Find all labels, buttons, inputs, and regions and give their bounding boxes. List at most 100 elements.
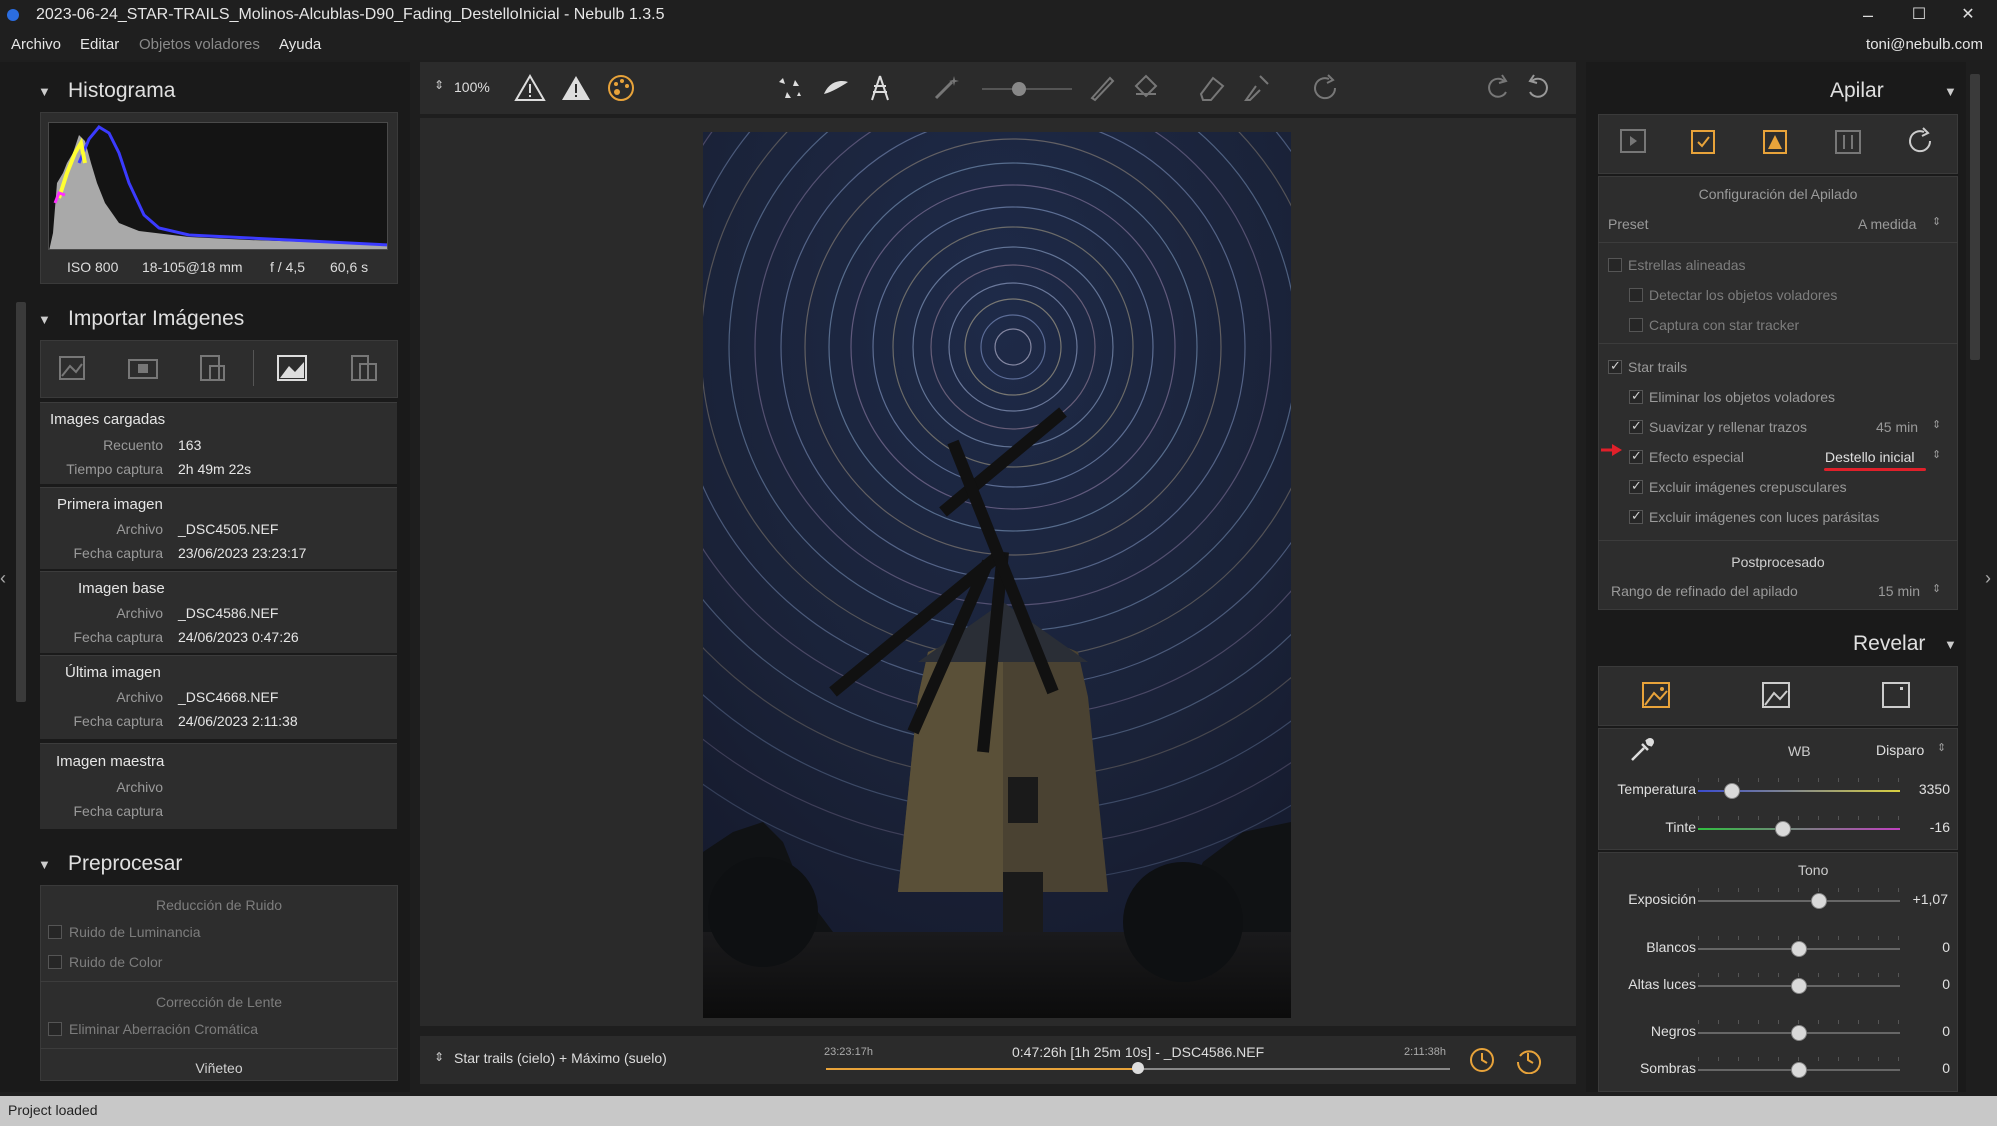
- clock-start-icon[interactable]: [1468, 1046, 1496, 1074]
- spinner-icon[interactable]: ⇕: [1932, 418, 1941, 431]
- preset-select[interactable]: A medida: [1858, 216, 1916, 232]
- revelar-title[interactable]: Revelar: [1853, 632, 1925, 656]
- magic-wand-icon[interactable]: [930, 72, 962, 104]
- tower-icon[interactable]: [864, 72, 896, 104]
- excluir-luces-checkbox[interactable]: [1629, 508, 1643, 524]
- palette-icon[interactable]: [605, 72, 637, 104]
- import-flats-icon[interactable]: [346, 352, 380, 384]
- zoom-level[interactable]: 100%: [454, 79, 490, 95]
- brush-size-slider[interactable]: [982, 82, 1072, 96]
- detectar-checkbox[interactable]: [1629, 288, 1643, 302]
- timeline-track[interactable]: [826, 1062, 1450, 1074]
- stack-mode-select[interactable]: Star trails (cielo) + Máximo (suelo): [454, 1050, 667, 1066]
- tinte-slider[interactable]: [1698, 816, 1900, 837]
- vineteo-title[interactable]: Viñeteo: [40, 1060, 398, 1076]
- crop-frame-icon[interactable]: [1880, 679, 1912, 711]
- right-scrollbar[interactable]: [1970, 74, 1980, 360]
- histograma-header[interactable]: ▼ Histograma: [0, 72, 400, 112]
- stars-icon[interactable]: [775, 72, 807, 104]
- altas-luces-value[interactable]: 0: [1910, 976, 1950, 992]
- ruido-color-checkbox[interactable]: [48, 955, 62, 969]
- menu-ayuda[interactable]: Ayuda: [279, 36, 321, 53]
- suavizar-checkbox[interactable]: [1629, 418, 1643, 434]
- altas-luces-slider[interactable]: [1698, 973, 1900, 994]
- negros-slider[interactable]: [1698, 1020, 1900, 1041]
- eyedropper-icon[interactable]: [1628, 734, 1658, 764]
- rango-value[interactable]: 15 min: [1878, 583, 1920, 599]
- star-tracker-checkbox[interactable]: [1629, 318, 1643, 332]
- stack-triangle-icon[interactable]: [1760, 125, 1792, 157]
- spinner-icon[interactable]: ⇕: [1932, 582, 1941, 595]
- menu-objetos-voladores[interactable]: Objetos voladores: [139, 36, 260, 53]
- menu-editar[interactable]: Editar: [80, 36, 119, 53]
- excluir-crepusculares-checkbox[interactable]: [1629, 478, 1643, 494]
- collapse-left-icon[interactable]: ‹: [0, 568, 6, 589]
- left-scrollbar[interactable]: [16, 302, 26, 702]
- importar-header[interactable]: ▼ Importar Imágenes: [0, 300, 400, 340]
- columns-icon[interactable]: [1832, 125, 1864, 157]
- stack-check-icon[interactable]: [1688, 125, 1720, 157]
- efecto-especial-checkbox[interactable]: [1629, 448, 1643, 464]
- estrellas-alineadas-checkbox[interactable]: [1608, 258, 1622, 272]
- import-image-icon[interactable]: [275, 352, 309, 384]
- sombras-value[interactable]: 0: [1910, 1060, 1950, 1076]
- close-button[interactable]: ✕: [1945, 0, 1991, 30]
- zoom-spinner-icon[interactable]: ⇕: [434, 78, 444, 92]
- slider-knob[interactable]: [1791, 1025, 1807, 1041]
- clock-reset-icon[interactable]: [1514, 1046, 1542, 1074]
- import-folder-icon[interactable]: [126, 352, 160, 384]
- stacked-photo[interactable]: [703, 132, 1291, 1018]
- warning-outline-icon[interactable]: [514, 72, 546, 104]
- star-trails-checkbox[interactable]: [1608, 358, 1622, 374]
- spinner-icon[interactable]: ⇕: [1932, 215, 1941, 228]
- spinner-icon[interactable]: ⇕: [1932, 448, 1941, 461]
- refresh-icon[interactable]: [1309, 72, 1341, 104]
- spinner-icon[interactable]: ⇕: [1937, 741, 1946, 754]
- develop-sky-icon[interactable]: [1640, 679, 1672, 711]
- import-lights-icon[interactable]: [56, 352, 90, 384]
- redo-icon[interactable]: [1482, 72, 1514, 104]
- milky-way-icon[interactable]: [820, 72, 852, 104]
- blancos-slider[interactable]: [1698, 936, 1900, 957]
- collapse-triangle-icon[interactable]: ▼: [1944, 84, 1957, 99]
- tinte-value[interactable]: -16: [1910, 819, 1950, 835]
- menu-archivo[interactable]: Archivo: [11, 36, 61, 53]
- brush-icon[interactable]: [1086, 72, 1118, 104]
- eliminar-objetos-checkbox[interactable]: [1629, 388, 1643, 404]
- clear-brush-icon[interactable]: [1240, 72, 1272, 104]
- star-trails-label: Star trails: [1628, 359, 1688, 375]
- exposicion-value[interactable]: +1,07: [1898, 891, 1948, 907]
- mode-spinner-icon[interactable]: ⇕: [434, 1050, 444, 1064]
- blancos-value[interactable]: 0: [1910, 939, 1950, 955]
- temperatura-value[interactable]: 3350: [1910, 781, 1950, 797]
- play-frame-icon[interactable]: [1617, 125, 1649, 157]
- sombras-slider[interactable]: [1698, 1057, 1900, 1078]
- user-account[interactable]: toni@nebulb.com: [1866, 36, 1983, 53]
- slider-knob[interactable]: [1774, 821, 1791, 837]
- fill-bucket-icon[interactable]: [1130, 72, 1162, 104]
- warning-filled-icon[interactable]: [560, 72, 592, 104]
- temperatura-slider[interactable]: [1698, 778, 1900, 799]
- collapse-triangle-icon[interactable]: ▼: [1944, 637, 1957, 652]
- aberracion-checkbox[interactable]: [48, 1022, 62, 1036]
- maximize-button[interactable]: ☐: [1896, 0, 1942, 30]
- suavizar-value[interactable]: 45 min: [1876, 419, 1918, 435]
- preprocesar-header[interactable]: ▼ Preprocesar: [0, 845, 400, 885]
- minimize-button[interactable]: –: [1845, 0, 1891, 30]
- ruido-luminancia-checkbox[interactable]: [48, 925, 62, 939]
- wb-select[interactable]: Disparo: [1876, 742, 1924, 758]
- apilar-title[interactable]: Apilar: [1830, 79, 1884, 103]
- import-darks-icon[interactable]: [196, 352, 230, 384]
- slider-knob[interactable]: [1791, 1062, 1807, 1078]
- efecto-especial-select[interactable]: Destello inicial: [1825, 449, 1914, 465]
- eraser-icon[interactable]: [1195, 72, 1227, 104]
- slider-knob[interactable]: [1791, 941, 1807, 957]
- negros-value[interactable]: 0: [1910, 1023, 1950, 1039]
- timeline-handle[interactable]: [1132, 1062, 1144, 1074]
- undo-icon[interactable]: [1522, 72, 1554, 104]
- develop-ground-icon[interactable]: [1760, 679, 1792, 711]
- slider-knob[interactable]: [1791, 978, 1807, 994]
- collapse-right-icon[interactable]: ›: [1985, 568, 1991, 589]
- reset-icon[interactable]: [1904, 125, 1936, 157]
- exposicion-slider[interactable]: [1698, 888, 1900, 909]
